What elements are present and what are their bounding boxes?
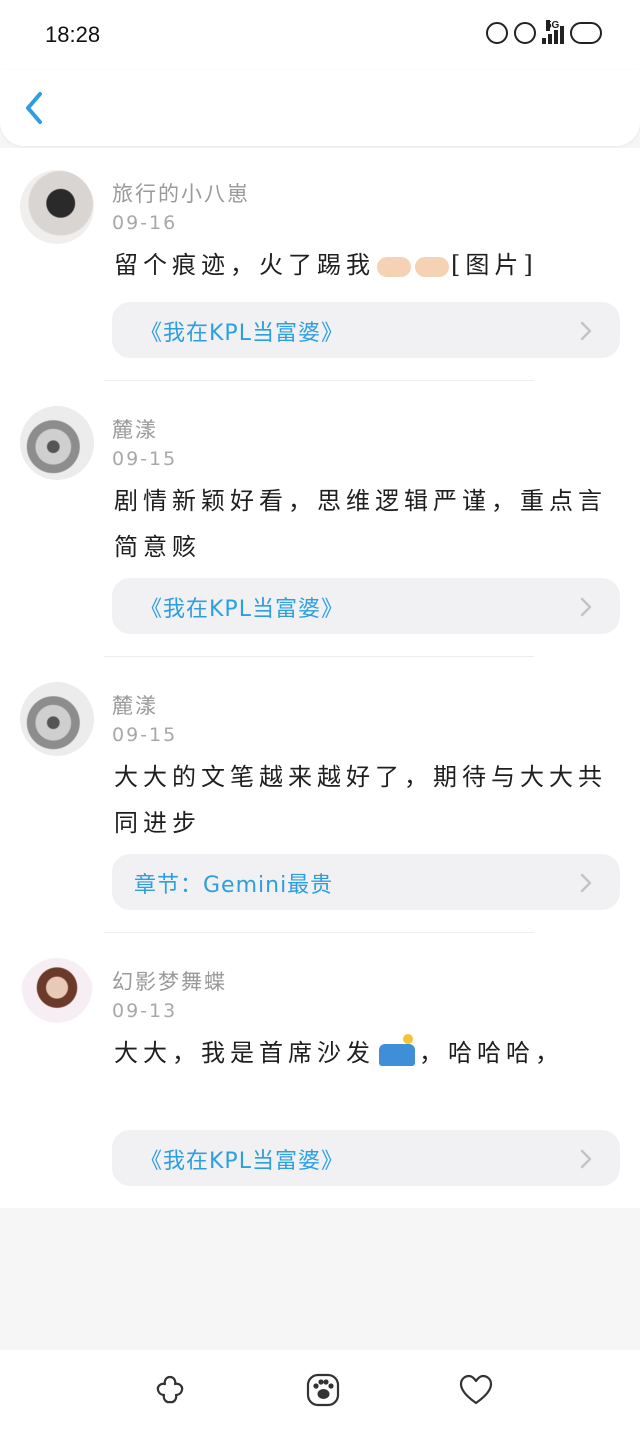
bottom-toolbar	[0, 1350, 640, 1429]
book-link[interactable]: 《我在KPL当富婆》	[112, 302, 620, 358]
comment-text: 留个痕迹，火了踢我 [图片]	[114, 242, 614, 288]
network-type: 5G	[546, 20, 560, 31]
book-link-title: 《我在KPL当富婆》	[140, 321, 344, 346]
avatar[interactable]	[20, 682, 94, 756]
book-link[interactable]: 《我在KPL当富婆》	[112, 578, 620, 634]
chevron-right-icon	[580, 1149, 592, 1169]
comment-text: 大大，我是首席沙发 ，哈哈哈，	[114, 1030, 614, 1076]
chevron-right-icon	[580, 873, 592, 893]
commenter-name[interactable]: 麓漾	[112, 414, 158, 444]
signal-icon: 5G	[542, 20, 564, 44]
paw-icon[interactable]	[305, 1372, 341, 1408]
avatar[interactable]	[20, 406, 94, 480]
book-link-title: 《我在KPL当富婆》	[140, 597, 344, 622]
status-bar: 18:28 5G	[0, 0, 640, 70]
comment-list: 旅行的小八崽 09-16 留个痕迹，火了踢我 [图片] 《我在KPL当富婆》 麓漾…	[0, 148, 640, 1208]
image-tag[interactable]: [图片]	[451, 251, 538, 279]
sofa-icon	[379, 1033, 415, 1066]
flower-icon[interactable]	[152, 1372, 188, 1408]
battery-icon	[570, 22, 602, 44]
chapter-link[interactable]: 章节：Gemini最贵	[112, 854, 620, 910]
avatar[interactable]	[20, 170, 94, 244]
chevron-left-icon[interactable]	[20, 90, 50, 126]
comment-text-tail: ，哈哈哈，	[419, 1039, 564, 1067]
divider	[104, 932, 534, 933]
chevron-right-icon	[580, 321, 592, 341]
comment-text: 剧情新颖好看，思维逻辑严谨，重点言简意赅	[114, 487, 607, 561]
status-icons: 5G	[486, 20, 602, 44]
comment-date: 09-13	[112, 1000, 178, 1022]
chapter-link-title: 章节：Gemini最贵	[134, 873, 334, 898]
comment-text-body: 大大，我是首席沙发	[114, 1039, 375, 1067]
pointing-hand-icon	[377, 256, 411, 277]
comment-date: 09-15	[112, 724, 178, 746]
chevron-right-icon	[580, 597, 592, 617]
notification-icon	[486, 22, 508, 44]
heart-icon[interactable]	[458, 1372, 494, 1408]
pet-app-icon	[514, 22, 536, 44]
comment-text-body: 留个痕迹，火了踢我	[114, 251, 375, 279]
commenter-name[interactable]: 麓漾	[112, 690, 158, 720]
commenter-name[interactable]: 幻影梦舞蝶	[112, 966, 227, 996]
status-time: 18:28	[45, 22, 101, 47]
top-nav	[0, 70, 640, 146]
book-link-title: 《我在KPL当富婆》	[140, 1149, 344, 1174]
book-link[interactable]: 《我在KPL当富婆》	[112, 1130, 620, 1186]
avatar[interactable]	[20, 958, 94, 1032]
commenter-name[interactable]: 旅行的小八崽	[112, 178, 250, 208]
divider	[104, 656, 534, 657]
pointing-hand-icon	[415, 256, 449, 277]
comment-text: 大大的文笔越来越好了，期待与大大共同进步	[114, 763, 607, 837]
divider	[104, 380, 534, 381]
comment-date: 09-16	[112, 212, 178, 234]
comment-date: 09-15	[112, 448, 178, 470]
